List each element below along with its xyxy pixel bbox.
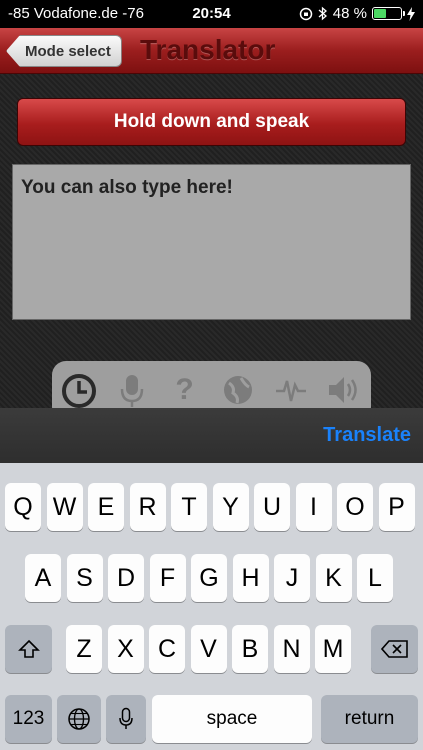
key-l[interactable]: L [357,554,393,602]
key-v[interactable]: V [190,625,227,673]
delete-key[interactable] [371,625,418,673]
shift-key[interactable] [5,625,52,673]
key-r[interactable]: R [129,483,166,531]
backspace-icon [380,640,408,658]
key-y[interactable]: Y [212,483,249,531]
key-c[interactable]: C [149,625,185,673]
key-q[interactable]: Q [5,483,41,531]
mode-select-back-button[interactable]: Mode select [6,35,122,67]
key-j[interactable]: J [274,554,310,602]
keyboard-accessory-bar: Translate [0,408,423,463]
key-d[interactable]: D [108,554,144,602]
microphone-icon[interactable] [105,373,158,413]
main-area: Hold down and speak You can also type he… [0,74,423,421]
shift-icon [17,639,40,658]
battery-fill [374,9,387,18]
key-x[interactable]: X [107,625,144,673]
globe-key[interactable] [57,695,101,743]
microphone-icon [119,707,133,729]
translation-input[interactable]: You can also type here! [12,164,411,320]
key-e[interactable]: E [88,483,124,531]
key-t[interactable]: T [171,483,207,531]
key-i[interactable]: I [295,483,332,531]
charging-icon [407,6,415,21]
status-bar: -85 Vodafone.de -76 20:54 48 % [0,0,423,28]
keyboard: QWERTYUIOP ASDFGHJKL ZXCVBNM 123 space r [0,463,423,750]
key-g[interactable]: G [191,554,227,602]
numbers-key[interactable]: 123 [5,695,52,743]
speaker-icon[interactable] [317,373,370,413]
globe-icon[interactable] [211,373,264,413]
return-key[interactable]: return [321,695,418,743]
page-title: Translator [140,34,276,65]
space-key[interactable]: space [152,695,312,743]
battery-percent: 48 % [332,5,367,22]
help-icon[interactable]: ? [158,373,211,413]
waveform-icon[interactable] [264,373,317,413]
key-f[interactable]: F [149,554,186,602]
key-u[interactable]: U [254,483,290,531]
key-p[interactable]: P [378,483,415,531]
key-w[interactable]: W [46,483,83,531]
key-n[interactable]: N [273,625,310,673]
hold-to-speak-button[interactable]: Hold down and speak [17,98,406,146]
key-b[interactable]: B [232,625,268,673]
dictation-key[interactable] [106,695,146,743]
key-s[interactable]: S [66,554,103,602]
orientation-lock-icon [299,7,313,20]
nav-bar: Mode select Translator [0,28,423,74]
clock-icon[interactable] [52,373,105,413]
key-m[interactable]: M [315,625,351,673]
key-h[interactable]: H [232,554,269,602]
battery-icon [372,7,405,20]
translate-button[interactable]: Translate [323,424,411,447]
key-z[interactable]: Z [66,625,102,673]
language-globe-icon [68,708,90,730]
key-o[interactable]: O [337,483,373,531]
key-a[interactable]: A [25,554,61,602]
status-right: 48 % [299,5,415,22]
bluetooth-icon [318,6,327,21]
key-k[interactable]: K [315,554,352,602]
